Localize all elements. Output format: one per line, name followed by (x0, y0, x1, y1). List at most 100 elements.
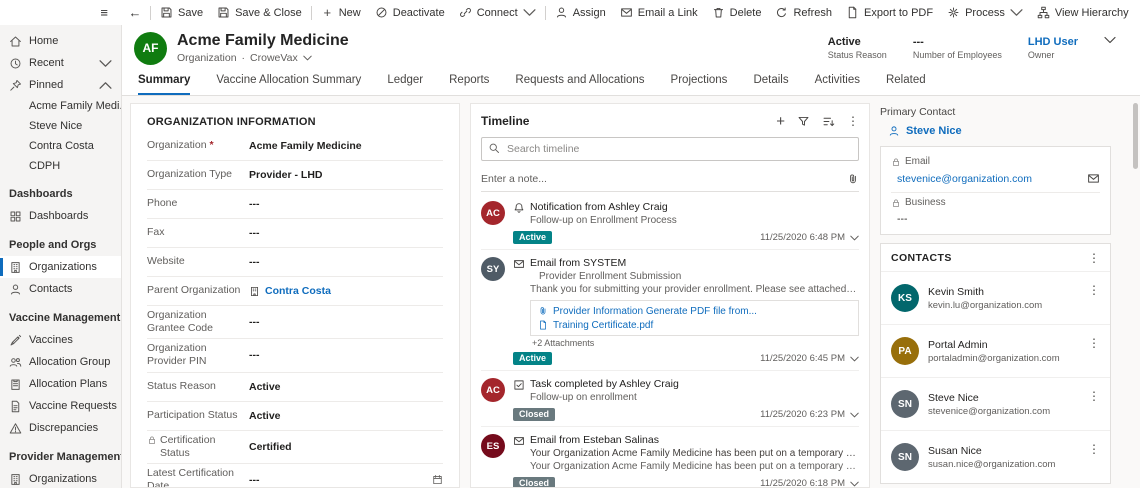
pinned-item-steve-nice[interactable]: Steve Nice (0, 116, 121, 136)
contact-row-more-icon[interactable]: ⋮ (1088, 390, 1100, 402)
field-phone[interactable]: Phone --- (147, 190, 443, 219)
contact-name: Susan Nice (928, 444, 1055, 458)
paperclip-icon[interactable] (847, 173, 859, 185)
section-title: ORGANIZATION INFORMATION (147, 110, 443, 132)
contact-row-portal-admin[interactable]: PA Portal Admin portaladmin@organization… (881, 324, 1110, 377)
attachment-link[interactable]: Provider Information Generate PDF file f… (538, 304, 851, 318)
vertical-scrollbar[interactable] (1132, 101, 1139, 483)
send-email-icon[interactable] (1087, 172, 1100, 185)
pinned-item-cdph[interactable]: CDPH (0, 156, 121, 176)
timeline-entry[interactable]: SY Email from SYSTEM Provider Enrollment… (481, 250, 859, 371)
field-organization-grantee-code[interactable]: Organization Grantee Code --- (147, 306, 443, 339)
collapse-header-icon[interactable] (1104, 36, 1116, 44)
refresh-button[interactable]: Refresh (768, 0, 839, 25)
sidebar-item-home[interactable]: Home (0, 30, 121, 52)
pinned-item-acme[interactable]: Acme Family Medi... (0, 96, 121, 116)
expand-entry-icon[interactable] (850, 481, 859, 487)
field-website[interactable]: Website --- (147, 248, 443, 277)
share-button[interactable]: Share (1136, 0, 1140, 25)
parent-organization-link[interactable]: Contra Costa (265, 285, 331, 297)
field-certification-status[interactable]: Certification Status Certified (147, 431, 443, 464)
tab-reports[interactable]: Reports (449, 74, 489, 95)
contact-row-kevin-smith[interactable]: KS Kevin Smith kevin.lu@organization.com… (881, 271, 1110, 324)
sidebar-item-contacts[interactable]: Contacts (0, 278, 121, 300)
sidebar-item-allocation-group[interactable]: Allocation Group (0, 351, 121, 373)
email-icon (513, 435, 525, 447)
timeline-entry[interactable]: AC Notification from Ashley Craig Follow… (481, 194, 859, 250)
contact-row-more-icon[interactable]: ⋮ (1088, 443, 1100, 455)
field-fax[interactable]: Fax --- (147, 219, 443, 248)
tab-summary[interactable]: Summary (138, 74, 190, 95)
attachment-link[interactable]: Training Certificate.pdf (538, 318, 851, 332)
expand-entry-icon[interactable] (850, 235, 859, 241)
timeline-entry[interactable]: ES Email from Esteban Salinas Your Organ… (481, 427, 859, 487)
status-badge: Closed (513, 477, 555, 487)
calendar-icon[interactable] (432, 474, 443, 485)
more-attachments[interactable]: +2 Attachments (532, 338, 859, 348)
process-button[interactable]: Process (940, 0, 1030, 25)
tab-ledger[interactable]: Ledger (387, 74, 423, 95)
contact-row-steve-nice[interactable]: SN Steve Nice stevenice@organization.com… (881, 377, 1110, 430)
avatar: SY (481, 257, 505, 281)
sidebar-group-dashboards: Dashboards (0, 176, 121, 205)
export-to-pdf-button[interactable]: Export to PDF (839, 0, 940, 25)
tab-vaccine-allocation-summary[interactable]: Vaccine Allocation Summary (216, 74, 361, 95)
save-and-close-button[interactable]: Save & Close (210, 0, 309, 25)
lock-icon (891, 198, 901, 208)
tab-activities[interactable]: Activities (815, 74, 860, 95)
scrollbar-thumb[interactable] (1133, 103, 1138, 169)
tab-details[interactable]: Details (753, 74, 788, 95)
email-a-link-button[interactable]: Email a Link (613, 0, 705, 25)
tab-related[interactable]: Related (886, 74, 926, 95)
sidebar-item-organizations[interactable]: Organizations (0, 256, 121, 278)
filter-icon[interactable] (797, 115, 810, 128)
sidebar-item-dashboards[interactable]: Dashboards (0, 205, 121, 227)
field-parent-organization[interactable]: Parent Organization Contra Costa (147, 277, 443, 306)
pinned-item-contra-costa[interactable]: Contra Costa (0, 136, 121, 156)
stat-owner[interactable]: LHD User Owner (1028, 36, 1078, 60)
sidebar-item-discrepancies[interactable]: Discrepancies (0, 417, 121, 439)
contact-row-susan-nice[interactable]: SN Susan Nice susan.nice@organization.co… (881, 430, 1110, 483)
timeline-search-input[interactable] (481, 137, 859, 161)
sidebar-item-provider-organizations[interactable]: Organizations (0, 468, 121, 488)
field-organization-provider-pin[interactable]: Organization Provider PIN --- (147, 339, 443, 372)
contacts-more-icon[interactable]: ⋮ (1088, 252, 1100, 264)
email-value[interactable]: stevenice@organization.com (891, 167, 1100, 193)
primary-contact-link[interactable]: Steve Nice (888, 125, 1111, 137)
expand-entry-icon[interactable] (850, 356, 859, 362)
entry-timestamp: 11/25/2020 6:48 PM (760, 232, 845, 243)
field-status-reason[interactable]: Status Reason Active (147, 373, 443, 402)
field-organization-type[interactable]: Organization Type Provider - LHD (147, 161, 443, 190)
sidebar-item-pinned[interactable]: Pinned (0, 74, 121, 96)
delete-button[interactable]: Delete (705, 0, 769, 25)
assign-button[interactable]: Assign (548, 0, 613, 25)
tab-projections[interactable]: Projections (671, 74, 728, 95)
contact-row-more-icon[interactable]: ⋮ (1088, 284, 1100, 296)
new-button[interactable]: + New (314, 0, 368, 25)
menu-icon[interactable]: ≡ (100, 5, 108, 20)
save-button[interactable]: Save (153, 0, 210, 25)
note-input[interactable] (481, 173, 847, 185)
field-latest-certification-date[interactable]: Latest Certification Date --- (147, 464, 443, 488)
sidebar-item-vaccines[interactable]: Vaccines (0, 329, 121, 351)
record-subtitle[interactable]: Organization · CroweVax (177, 52, 349, 64)
sort-icon[interactable] (822, 115, 835, 128)
field-participation-status[interactable]: Participation Status Active (147, 402, 443, 431)
sidebar-item-recent[interactable]: Recent (0, 52, 121, 74)
view-hierarchy-button[interactable]: View Hierarchy (1030, 0, 1136, 25)
contact-row-more-icon[interactable]: ⋮ (1088, 337, 1100, 349)
timeline-entry[interactable]: AC Task completed by Ashley Craig Follow… (481, 371, 859, 427)
connect-button[interactable]: Connect (452, 0, 543, 25)
timeline-more-icon[interactable]: ⋮ (847, 115, 859, 127)
syringe-icon (9, 334, 22, 347)
sidebar-item-vaccine-requests[interactable]: Vaccine Requests (0, 395, 121, 417)
chevron-down-icon (1010, 6, 1023, 19)
back-icon[interactable]: ← (122, 5, 148, 20)
field-organization[interactable]: Organization* Acme Family Medicine (147, 132, 443, 161)
expand-entry-icon[interactable] (850, 412, 859, 418)
tab-requests-and-allocations[interactable]: Requests and Allocations (515, 74, 644, 95)
deactivate-button[interactable]: Deactivate (368, 0, 452, 25)
divider (150, 6, 151, 20)
sidebar-item-allocation-plans[interactable]: Allocation Plans (0, 373, 121, 395)
add-record-icon[interactable]: + (776, 114, 785, 129)
